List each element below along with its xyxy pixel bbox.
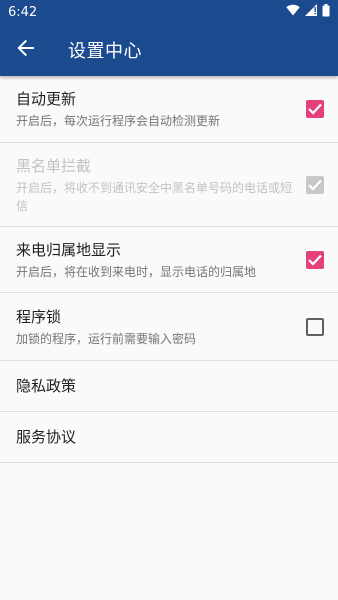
setting-app-lock[interactable]: 程序锁 加锁的程序，运行前需要输入密码 [0, 293, 338, 361]
arrow-left-icon [17, 39, 35, 61]
status-icons [286, 3, 330, 21]
auto-update-checkbox[interactable] [306, 100, 324, 118]
setting-caller-location[interactable]: 来电归属地显示 开启后，将在收到来电时，显示电话的归属地 [0, 227, 338, 293]
setting-title: 黑名单拦截 [16, 156, 92, 175]
setting-title: 来电归属地显示 [16, 240, 122, 259]
app-bar: 设置中心 [0, 24, 338, 76]
link-title: 隐私政策 [16, 377, 77, 395]
wifi-icon [286, 4, 300, 20]
settings-list: 自动更新 开启后，每次运行程序会自动检测更新 黑名单拦截 开启后，将收不到通讯安… [0, 76, 338, 463]
setting-auto-update[interactable]: 自动更新 开启后，每次运行程序会自动检测更新 [0, 76, 338, 143]
status-time: 6:42 [8, 4, 38, 20]
link-title: 服务协议 [16, 428, 77, 446]
setting-subtitle: 加锁的程序，运行前需要输入密码 [16, 331, 197, 346]
app-lock-checkbox[interactable] [306, 317, 324, 336]
setting-title: 程序锁 [16, 307, 62, 326]
setting-blacklist-block[interactable]: 黑名单拦截 开启后，将收不到通讯安全中黑名单号码的电话或短信 [0, 143, 338, 227]
privacy-policy-link[interactable]: 隐私政策 [0, 361, 338, 412]
back-button[interactable] [0, 24, 52, 76]
status-bar: 6:42 [0, 0, 338, 24]
service-agreement-link[interactable]: 服务协议 [0, 412, 338, 463]
setting-subtitle: 开启后，将收不到通讯安全中黑名单号码的电话或短信 [16, 180, 293, 213]
blacklist-block-checkbox[interactable] [306, 175, 324, 194]
page-title: 设置中心 [68, 41, 142, 62]
setting-subtitle: 开启后，每次运行程序会自动检测更新 [16, 114, 221, 128]
signal-icon [305, 4, 317, 20]
setting-title: 自动更新 [16, 90, 77, 108]
battery-icon [322, 3, 330, 21]
setting-subtitle: 开启后，将在收到来电时，显示电话的归属地 [16, 264, 257, 279]
caller-location-checkbox[interactable] [306, 250, 324, 269]
